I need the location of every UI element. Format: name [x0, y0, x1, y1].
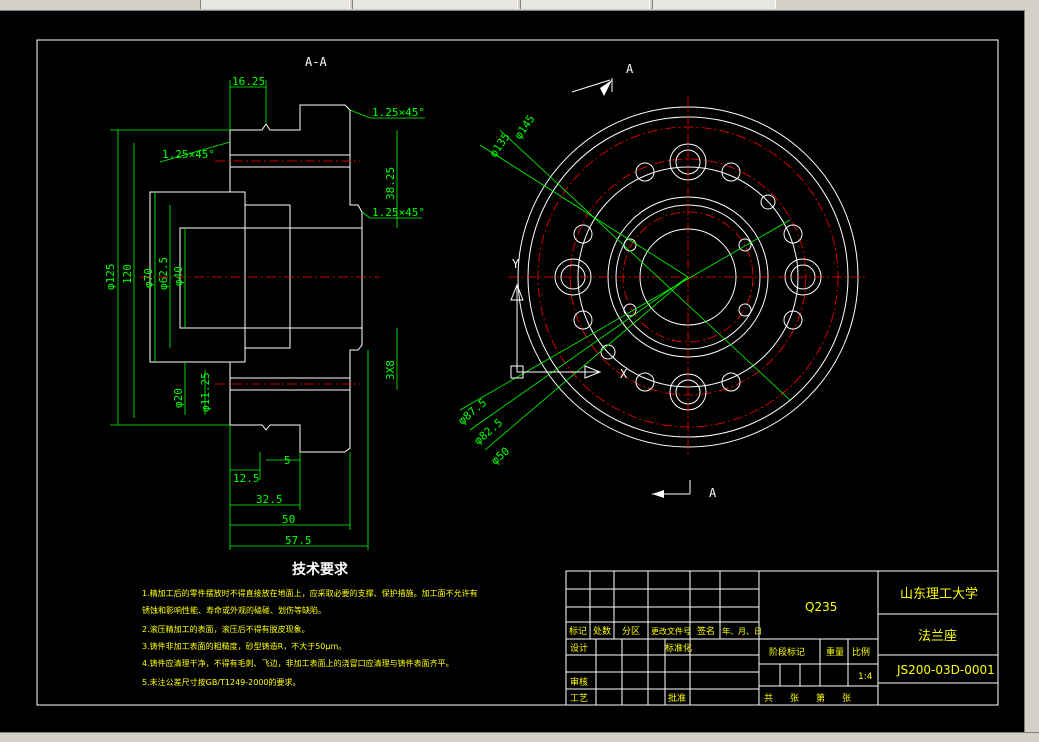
svg-text:锈蚀和影响性能、寿命或外观的磕碰、划伤等缺陷。: 锈蚀和影响性能、寿命或外观的磕碰、划伤等缺陷。: [142, 605, 326, 615]
svg-text:重量: 重量: [826, 646, 844, 658]
end-view: A A φ145 φ135 φ87.5 φ82.5 φ50 Y X: [456, 62, 868, 500]
part-name: 法兰座: [918, 629, 957, 644]
university-name: 山东理工大学: [900, 586, 978, 602]
svg-text:更改文件号: 更改文件号: [651, 626, 691, 636]
svg-text:签名: 签名: [697, 625, 715, 637]
svg-text:φ82.5: φ82.5: [472, 416, 506, 447]
svg-text:5.未注公差尺寸按GB/T1249-2000的要求。: 5.未注公差尺寸按GB/T1249-2000的要求。: [142, 677, 301, 687]
svg-text:φ11.25: φ11.25: [199, 372, 212, 412]
svg-text:标准化: 标准化: [665, 642, 692, 654]
svg-text:5: 5: [284, 454, 291, 467]
svg-text:57.5: 57.5: [285, 534, 312, 547]
horizontal-scrollbar[interactable]: [0, 732, 1039, 742]
svg-text:120: 120: [121, 264, 134, 284]
svg-text:张: 张: [842, 693, 851, 704]
svg-text:38.25: 38.25: [384, 167, 397, 200]
svg-text:X: X: [620, 367, 628, 381]
section-view: A-A 16.25 1.25×45° 1.25×45° 1.25×45° φ12…: [104, 55, 425, 550]
view-label-bottom: A: [709, 486, 717, 500]
svg-text:比例: 比例: [852, 646, 870, 658]
svg-text:设计: 设计: [570, 642, 588, 654]
drawing-number: JS200-03D-0001: [896, 663, 995, 677]
svg-text:1.25×45°: 1.25×45°: [162, 148, 215, 161]
svg-text:年、月、日: 年、月、日: [722, 626, 762, 636]
svg-text:批准: 批准: [668, 692, 686, 704]
svg-text:标记: 标记: [569, 625, 587, 637]
svg-text:4.铸件应清理干净，不得有毛刺、飞边，非加工表面上的浇冒口应: 4.铸件应清理干净，不得有毛刺、飞边，非加工表面上的浇冒口应清理与铸件表面齐平。: [142, 658, 454, 668]
svg-text:Y: Y: [512, 257, 520, 271]
svg-text:张: 张: [790, 693, 799, 704]
svg-text:2.滚压精加工的表面，滚压后不得有脱皮现象。: 2.滚压精加工的表面，滚压后不得有脱皮现象。: [142, 624, 310, 634]
svg-text:第: 第: [816, 692, 825, 704]
svg-text:32.5: 32.5: [256, 493, 283, 506]
svg-text:1.精加工后的零件摆放时不得直接放在地面上，应采取必要的支撑: 1.精加工后的零件摆放时不得直接放在地面上，应采取必要的支撑、保护措施。加工面不…: [142, 588, 478, 598]
svg-text:φ70: φ70: [142, 268, 155, 288]
svg-text:φ125: φ125: [104, 264, 117, 291]
svg-text:φ50: φ50: [489, 445, 513, 468]
vertical-scrollbar[interactable]: [1024, 10, 1039, 732]
section-title: A-A: [305, 55, 327, 69]
title-block: 标记 处数 分区 更改文件号 签名 年、月、日 设计 标准化 审核 工艺 批准 …: [565, 570, 999, 706]
svg-text:1.25×45°: 1.25×45°: [372, 206, 425, 219]
svg-text:φ87.5: φ87.5: [456, 396, 490, 427]
cad-drawing: A-A 16.25 1.25×45° 1.25×45° 1.25×45° φ12…: [36, 39, 999, 706]
svg-text:1.25×45°: 1.25×45°: [372, 106, 425, 119]
svg-text:φ135: φ135: [487, 131, 513, 160]
svg-text:共: 共: [764, 693, 773, 704]
ucs-icon: Y X: [510, 257, 628, 381]
svg-text:3X8: 3X8: [384, 360, 397, 380]
svg-text:φ20: φ20: [172, 388, 185, 408]
svg-text:阶段标记: 阶段标记: [769, 646, 805, 658]
material: Q235: [805, 600, 837, 614]
svg-text:12.5: 12.5: [233, 472, 260, 485]
svg-text:分区: 分区: [622, 626, 640, 637]
technical-requirements: 技术要求 1.精加工后的零件摆放时不得直接放在地面上，应采取必要的支撑、保护措施…: [142, 561, 478, 687]
svg-text:φ145: φ145: [512, 113, 538, 142]
svg-text:φ40: φ40: [172, 266, 185, 286]
svg-text:50: 50: [282, 513, 295, 526]
svg-text:审核: 审核: [570, 676, 588, 688]
svg-text:3.铸件非加工表面的粗糙度，砂型铸造R，不大于50μm。: 3.铸件非加工表面的粗糙度，砂型铸造R，不大于50μm。: [142, 641, 346, 651]
inner-bore: [179, 227, 363, 329]
svg-text:工艺: 工艺: [570, 693, 588, 704]
tech-title: 技术要求: [292, 561, 349, 578]
view-label-top: A: [626, 62, 634, 76]
svg-text:1:4: 1:4: [858, 672, 873, 682]
svg-text:φ62.5: φ62.5: [157, 257, 170, 290]
svg-text:16.25: 16.25: [232, 75, 265, 88]
svg-text:处数: 处数: [593, 625, 611, 637]
